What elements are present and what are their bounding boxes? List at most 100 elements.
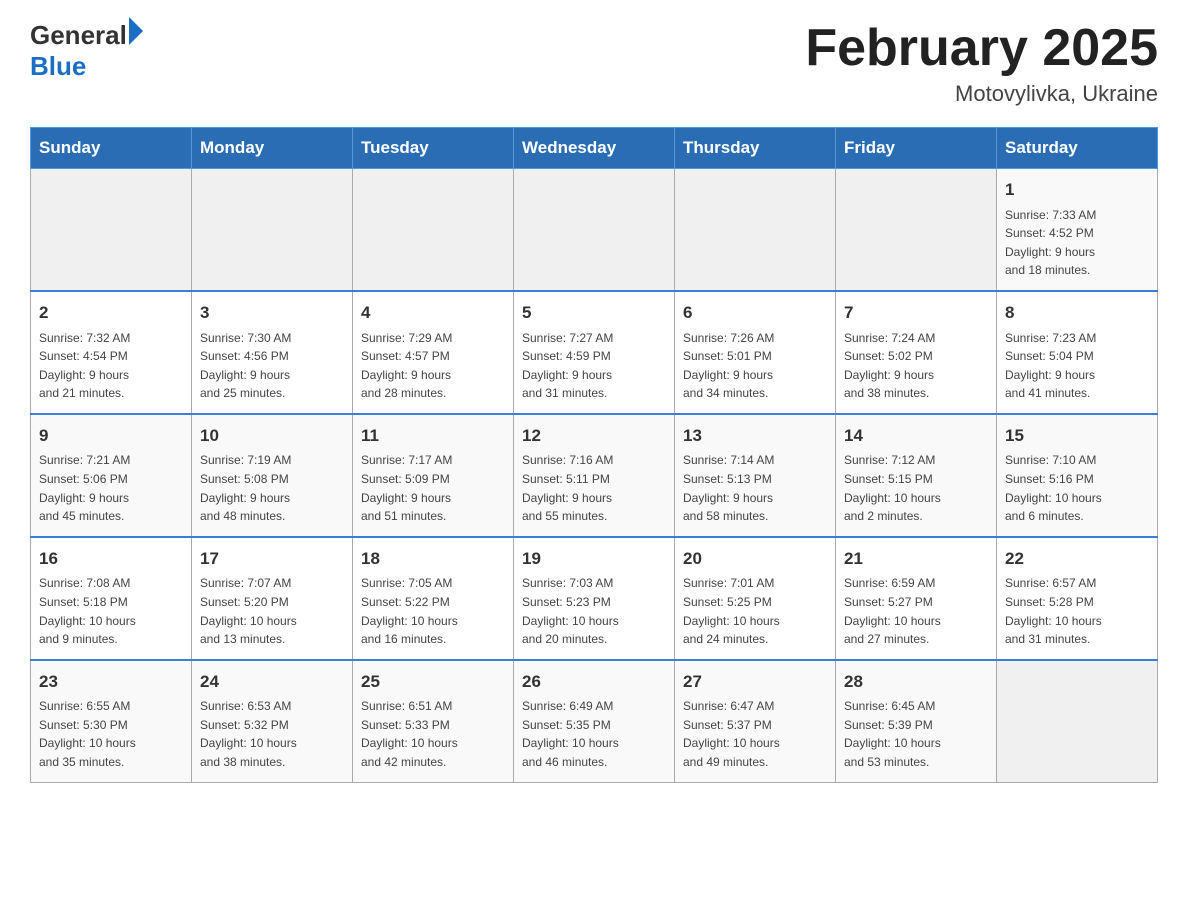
table-row bbox=[353, 169, 514, 291]
col-friday: Friday bbox=[836, 128, 997, 169]
day-number: 4 bbox=[361, 300, 505, 326]
day-number: 9 bbox=[39, 423, 183, 449]
table-row: 2 Sunrise: 7:32 AM Sunset: 4:54 PM Daylig… bbox=[31, 291, 192, 414]
day-info: Sunrise: 7:14 AM Sunset: 5:13 PM Dayligh… bbox=[683, 451, 827, 525]
table-row: 8 Sunrise: 7:23 AM Sunset: 5:04 PM Daylig… bbox=[997, 291, 1158, 414]
table-row: 3 Sunrise: 7:30 AM Sunset: 4:56 PM Daylig… bbox=[192, 291, 353, 414]
calendar-week-row: 23Sunrise: 6:55 AM Sunset: 5:30 PM Dayli… bbox=[31, 660, 1158, 782]
table-row: 11Sunrise: 7:17 AM Sunset: 5:09 PM Dayli… bbox=[353, 414, 514, 537]
table-row: 10Sunrise: 7:19 AM Sunset: 5:08 PM Dayli… bbox=[192, 414, 353, 537]
day-number: 8 bbox=[1005, 300, 1149, 326]
day-number: 18 bbox=[361, 546, 505, 572]
location-title: Motovylivka, Ukraine bbox=[805, 81, 1158, 107]
table-row: 27Sunrise: 6:47 AM Sunset: 5:37 PM Dayli… bbox=[675, 660, 836, 782]
day-info: Sunrise: 7:16 AM Sunset: 5:11 PM Dayligh… bbox=[522, 451, 666, 525]
day-number: 23 bbox=[39, 669, 183, 695]
table-row: 15Sunrise: 7:10 AM Sunset: 5:16 PM Dayli… bbox=[997, 414, 1158, 537]
table-row: 6 Sunrise: 7:26 AM Sunset: 5:01 PM Daylig… bbox=[675, 291, 836, 414]
table-row: 18Sunrise: 7:05 AM Sunset: 5:22 PM Dayli… bbox=[353, 537, 514, 660]
table-row bbox=[997, 660, 1158, 782]
day-number: 20 bbox=[683, 546, 827, 572]
day-number: 11 bbox=[361, 423, 505, 449]
day-info: Sunrise: 6:53 AM Sunset: 5:32 PM Dayligh… bbox=[200, 697, 344, 771]
day-number: 1 bbox=[1005, 177, 1149, 203]
day-number: 15 bbox=[1005, 423, 1149, 449]
day-number: 14 bbox=[844, 423, 988, 449]
col-thursday: Thursday bbox=[675, 128, 836, 169]
table-row: 14Sunrise: 7:12 AM Sunset: 5:15 PM Dayli… bbox=[836, 414, 997, 537]
day-number: 3 bbox=[200, 300, 344, 326]
day-info: Sunrise: 7:26 AM Sunset: 5:01 PM Dayligh… bbox=[683, 329, 827, 403]
table-row: 13Sunrise: 7:14 AM Sunset: 5:13 PM Dayli… bbox=[675, 414, 836, 537]
day-info: Sunrise: 7:01 AM Sunset: 5:25 PM Dayligh… bbox=[683, 574, 827, 648]
day-info: Sunrise: 7:27 AM Sunset: 4:59 PM Dayligh… bbox=[522, 329, 666, 403]
day-number: 2 bbox=[39, 300, 183, 326]
day-number: 26 bbox=[522, 669, 666, 695]
day-number: 12 bbox=[522, 423, 666, 449]
calendar-week-row: 9Sunrise: 7:21 AM Sunset: 5:06 PM Daylig… bbox=[31, 414, 1158, 537]
calendar-table: Sunday Monday Tuesday Wednesday Thursday… bbox=[30, 127, 1158, 782]
col-saturday: Saturday bbox=[997, 128, 1158, 169]
calendar-header-row: Sunday Monday Tuesday Wednesday Thursday… bbox=[31, 128, 1158, 169]
table-row: 20Sunrise: 7:01 AM Sunset: 5:25 PM Dayli… bbox=[675, 537, 836, 660]
col-sunday: Sunday bbox=[31, 128, 192, 169]
day-info: Sunrise: 7:03 AM Sunset: 5:23 PM Dayligh… bbox=[522, 574, 666, 648]
table-row: 25Sunrise: 6:51 AM Sunset: 5:33 PM Dayli… bbox=[353, 660, 514, 782]
table-row: 22Sunrise: 6:57 AM Sunset: 5:28 PM Dayli… bbox=[997, 537, 1158, 660]
day-number: 7 bbox=[844, 300, 988, 326]
day-number: 25 bbox=[361, 669, 505, 695]
day-number: 16 bbox=[39, 546, 183, 572]
day-info: Sunrise: 7:21 AM Sunset: 5:06 PM Dayligh… bbox=[39, 451, 183, 525]
logo-blue-text: Blue bbox=[30, 51, 86, 82]
day-number: 28 bbox=[844, 669, 988, 695]
calendar-week-row: 16Sunrise: 7:08 AM Sunset: 5:18 PM Dayli… bbox=[31, 537, 1158, 660]
col-wednesday: Wednesday bbox=[514, 128, 675, 169]
day-info: Sunrise: 6:47 AM Sunset: 5:37 PM Dayligh… bbox=[683, 697, 827, 771]
day-number: 6 bbox=[683, 300, 827, 326]
table-row: 1 Sunrise: 7:33 AM Sunset: 4:52 PM Daylig… bbox=[997, 169, 1158, 291]
table-row bbox=[675, 169, 836, 291]
table-row: 19Sunrise: 7:03 AM Sunset: 5:23 PM Dayli… bbox=[514, 537, 675, 660]
day-info: Sunrise: 7:29 AM Sunset: 4:57 PM Dayligh… bbox=[361, 329, 505, 403]
table-row bbox=[514, 169, 675, 291]
day-info: Sunrise: 6:49 AM Sunset: 5:35 PM Dayligh… bbox=[522, 697, 666, 771]
page-header: General Blue February 2025 Motovylivka, … bbox=[30, 20, 1158, 107]
col-monday: Monday bbox=[192, 128, 353, 169]
day-number: 21 bbox=[844, 546, 988, 572]
table-row: 7 Sunrise: 7:24 AM Sunset: 5:02 PM Daylig… bbox=[836, 291, 997, 414]
day-info: Sunrise: 7:30 AM Sunset: 4:56 PM Dayligh… bbox=[200, 329, 344, 403]
table-row bbox=[192, 169, 353, 291]
day-info: Sunrise: 7:12 AM Sunset: 5:15 PM Dayligh… bbox=[844, 451, 988, 525]
day-info: Sunrise: 7:10 AM Sunset: 5:16 PM Dayligh… bbox=[1005, 451, 1149, 525]
month-title: February 2025 bbox=[805, 20, 1158, 77]
day-info: Sunrise: 6:59 AM Sunset: 5:27 PM Dayligh… bbox=[844, 574, 988, 648]
day-number: 17 bbox=[200, 546, 344, 572]
logo-general-text: General bbox=[30, 20, 127, 51]
day-number: 27 bbox=[683, 669, 827, 695]
table-row: 16Sunrise: 7:08 AM Sunset: 5:18 PM Dayli… bbox=[31, 537, 192, 660]
col-tuesday: Tuesday bbox=[353, 128, 514, 169]
table-row: 26Sunrise: 6:49 AM Sunset: 5:35 PM Dayli… bbox=[514, 660, 675, 782]
day-info: Sunrise: 7:33 AM Sunset: 4:52 PM Dayligh… bbox=[1005, 206, 1149, 280]
day-info: Sunrise: 6:51 AM Sunset: 5:33 PM Dayligh… bbox=[361, 697, 505, 771]
table-row bbox=[31, 169, 192, 291]
day-info: Sunrise: 7:08 AM Sunset: 5:18 PM Dayligh… bbox=[39, 574, 183, 648]
table-row: 24Sunrise: 6:53 AM Sunset: 5:32 PM Dayli… bbox=[192, 660, 353, 782]
day-number: 24 bbox=[200, 669, 344, 695]
day-info: Sunrise: 7:07 AM Sunset: 5:20 PM Dayligh… bbox=[200, 574, 344, 648]
day-info: Sunrise: 7:24 AM Sunset: 5:02 PM Dayligh… bbox=[844, 329, 988, 403]
day-info: Sunrise: 7:32 AM Sunset: 4:54 PM Dayligh… bbox=[39, 329, 183, 403]
table-row: 23Sunrise: 6:55 AM Sunset: 5:30 PM Dayli… bbox=[31, 660, 192, 782]
day-info: Sunrise: 6:57 AM Sunset: 5:28 PM Dayligh… bbox=[1005, 574, 1149, 648]
day-info: Sunrise: 7:05 AM Sunset: 5:22 PM Dayligh… bbox=[361, 574, 505, 648]
day-number: 5 bbox=[522, 300, 666, 326]
logo: General Blue bbox=[30, 20, 143, 82]
day-info: Sunrise: 6:55 AM Sunset: 5:30 PM Dayligh… bbox=[39, 697, 183, 771]
title-section: February 2025 Motovylivka, Ukraine bbox=[805, 20, 1158, 107]
day-info: Sunrise: 7:23 AM Sunset: 5:04 PM Dayligh… bbox=[1005, 329, 1149, 403]
table-row: 4 Sunrise: 7:29 AM Sunset: 4:57 PM Daylig… bbox=[353, 291, 514, 414]
day-info: Sunrise: 6:45 AM Sunset: 5:39 PM Dayligh… bbox=[844, 697, 988, 771]
table-row: 17Sunrise: 7:07 AM Sunset: 5:20 PM Dayli… bbox=[192, 537, 353, 660]
day-number: 19 bbox=[522, 546, 666, 572]
table-row: 9Sunrise: 7:21 AM Sunset: 5:06 PM Daylig… bbox=[31, 414, 192, 537]
